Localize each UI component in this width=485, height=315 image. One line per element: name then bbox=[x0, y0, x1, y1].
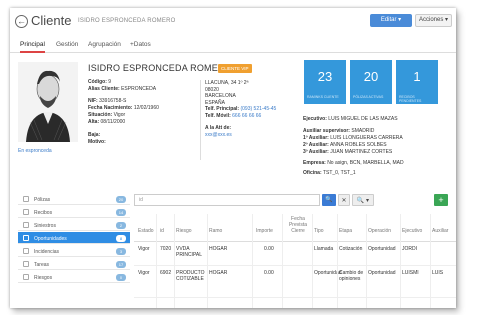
col-tipo[interactable]: Tipo bbox=[314, 228, 324, 234]
oficina-row: Oficina: TST_0, TST_1 bbox=[303, 170, 356, 176]
aux3-row: 3º Auxiliar: JUAN MARTINEZ CORTES bbox=[303, 149, 393, 155]
sidebar-item-incidencias[interactable]: Incidencias 3 bbox=[18, 245, 130, 257]
column-divider bbox=[207, 214, 208, 308]
sidebar-item-siniestros[interactable]: Siniestros 2 bbox=[18, 219, 130, 231]
column-divider bbox=[312, 214, 313, 308]
policy-icon bbox=[23, 196, 29, 202]
alta-row: Alta: 08/11/2000 bbox=[88, 119, 126, 125]
related-sidebar: Pólizas 20 Recibos 14 Siniestros 2 Oportuni… bbox=[18, 193, 130, 308]
column-divider bbox=[282, 214, 283, 308]
email-link[interactable]: xxx@xxx.es bbox=[205, 132, 295, 139]
vip-badge: CLIENTE VIP bbox=[218, 64, 252, 73]
aux2-row: 2º Auxiliar: ANNA ROBLES SOLBES bbox=[303, 142, 387, 148]
situacion-row: Situación: Vigor bbox=[88, 112, 126, 118]
stat-polizas[interactable]: 20 PÓLIZAS ACTIVAS bbox=[350, 60, 392, 104]
client-name: ISIDRO ESPRONCEDA ROMERO bbox=[88, 63, 232, 73]
col-ramo[interactable]: Ramo bbox=[209, 228, 222, 234]
nacimiento-row: Fecha Nacimiento: 12/02/1960 bbox=[88, 105, 159, 111]
receipt-icon bbox=[23, 209, 29, 215]
stat-raminks[interactable]: 23 RAMINKS CLIENTE bbox=[304, 60, 346, 104]
tab-mas-datos[interactable]: +Datos bbox=[130, 41, 151, 48]
tab-gestion[interactable]: Gestión bbox=[56, 41, 78, 48]
client-portrait bbox=[18, 62, 78, 142]
stat-recibos[interactable]: 1 RECIBOS PENDIENTES bbox=[396, 60, 438, 104]
codigo-row: Código: 9 bbox=[88, 79, 112, 85]
claim-icon bbox=[23, 222, 29, 228]
column-divider bbox=[174, 214, 175, 308]
column-divider bbox=[337, 214, 338, 308]
table-row[interactable]: Vigor 7020 VVDA PRINCIPAL HOGAR 0.00 Lla… bbox=[134, 244, 456, 266]
sidebar-item-recibos[interactable]: Recibos 14 bbox=[18, 206, 130, 218]
page-title: Cliente bbox=[31, 13, 72, 28]
table-row[interactable]: Vigor 6902 PRODUCTO COTIZABLE HOGAR 0.00… bbox=[134, 268, 456, 298]
alias-row: Alias Cliente: ESPRONCEDA bbox=[88, 86, 157, 92]
baja-row: Baja: bbox=[88, 132, 101, 138]
table-header: Estado id Riesgo Ramo Importe Fecha Prev… bbox=[134, 214, 456, 242]
col-estado[interactable]: Estado bbox=[138, 228, 154, 234]
tab-principal[interactable]: Principal bbox=[20, 41, 45, 53]
tab-bar: Principal Gestión Agrupación +Datos bbox=[10, 38, 456, 53]
sidebar-item-polizas[interactable]: Pólizas 20 bbox=[18, 193, 130, 205]
risk-icon bbox=[23, 274, 29, 280]
search-button[interactable]: 🔍 bbox=[322, 194, 336, 206]
column-divider bbox=[252, 214, 253, 308]
col-operacion[interactable]: Operación bbox=[368, 228, 391, 234]
incident-icon bbox=[23, 248, 29, 254]
supervisor-row: Auxiliar supervisor: SMADRID bbox=[303, 128, 375, 134]
app-window: ← Cliente ISIDRO ESPRONCEDA ROMERO Edita… bbox=[10, 8, 456, 308]
address-block: LLACUNA, 34 1º 2ª 08020 BARCELONA ESPAÑA… bbox=[200, 80, 295, 160]
ejecutivo-row: Ejecutivo: LUIS MIGUEL DE LAS MAZAS bbox=[303, 116, 398, 122]
nif-row: NIF: 33916758-S bbox=[88, 98, 127, 104]
client-link[interactable]: En espronceda bbox=[18, 148, 52, 154]
col-importe[interactable]: Importe bbox=[256, 228, 273, 234]
sidebar-item-oportunidades[interactable]: Oportunidades 8 bbox=[18, 232, 130, 244]
empresa-row: Empresa: No asign, BCN, MARBELLA, MAD bbox=[303, 160, 404, 166]
col-auxiliar[interactable]: Auxiliar bbox=[432, 228, 448, 234]
search-input[interactable]: id bbox=[134, 194, 320, 206]
page-header: ← Cliente ISIDRO ESPRONCEDA ROMERO Edita… bbox=[10, 8, 456, 38]
back-icon[interactable]: ← bbox=[15, 15, 28, 28]
page-subtitle: ISIDRO ESPRONCEDA ROMERO bbox=[78, 18, 176, 24]
sidebar-item-tareas[interactable]: Tareas 17 bbox=[18, 258, 130, 270]
column-divider bbox=[156, 214, 157, 308]
zoom-dropdown-button[interactable]: 🔍 ▾ bbox=[352, 194, 374, 206]
actions-button[interactable]: Acciones ▾ bbox=[415, 14, 452, 27]
col-riesgo[interactable]: Riesgo bbox=[176, 228, 192, 234]
opportunity-icon bbox=[23, 235, 29, 241]
aux1-row: 1º Auxiliar: LUIS LLONGUERAS CARRERA bbox=[303, 135, 403, 141]
column-divider bbox=[430, 214, 431, 308]
col-id[interactable]: id bbox=[160, 228, 164, 234]
motivo-row: Motivo: bbox=[88, 139, 106, 145]
col-etapa[interactable]: Etapa bbox=[339, 228, 352, 234]
col-fecha-cierre[interactable]: Fecha Prevista Cierre bbox=[286, 216, 310, 234]
clear-button[interactable]: ✕ bbox=[338, 194, 350, 206]
sidebar-item-riesgos[interactable]: Riesgos 0 bbox=[18, 271, 130, 283]
tab-agrupacion[interactable]: Agrupación bbox=[88, 41, 121, 48]
mobile-row: Telf. Móvil: 666 66 66 66 bbox=[205, 112, 262, 119]
column-divider bbox=[400, 214, 401, 308]
column-divider bbox=[366, 214, 367, 308]
col-ejecutivo[interactable]: Ejecutivo bbox=[402, 228, 422, 234]
edit-button[interactable]: Editar ▾ bbox=[370, 14, 412, 27]
task-icon bbox=[23, 261, 29, 267]
add-button[interactable]: + bbox=[434, 194, 448, 206]
